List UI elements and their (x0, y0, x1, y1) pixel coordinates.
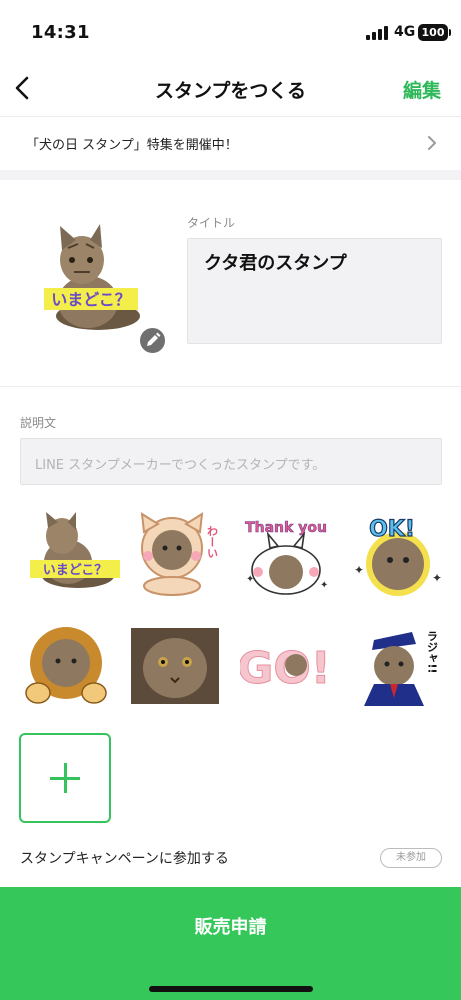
sticker-8[interactable]: ラジャ!! (352, 622, 444, 706)
section-divider (0, 386, 461, 387)
description-field[interactable]: LINE スタンプメーカーでつくったスタンプです。 (20, 438, 442, 485)
banner-text: 「犬の日 スタンプ」特集を開催中！ (26, 138, 238, 153)
edit-button[interactable]: 編集 (403, 76, 441, 103)
cat-sticker-image: いまどこ？ (44, 224, 140, 330)
sticker-caption: わーい (206, 525, 219, 558)
sticker-caption: GO! (240, 643, 331, 694)
sticker-3[interactable]: Thank you ✦ ✦ (240, 512, 332, 596)
svg-text:✦: ✦ (320, 580, 328, 591)
go-sticker-image: GO! (237, 643, 332, 695)
sticker-6[interactable] (131, 628, 223, 712)
chevron-right-icon (428, 136, 436, 150)
sticker-caption: ラジャ!! (426, 630, 439, 673)
sticker-2[interactable]: わーい (128, 512, 220, 596)
sticker-5[interactable] (20, 625, 112, 709)
add-sticker-button[interactable] (19, 733, 111, 823)
sticker-caption: OK! (369, 517, 415, 542)
sell-request-button[interactable]: 販売申請 (0, 887, 461, 1000)
home-indicator (149, 986, 313, 992)
sticker-caption: Thank you (245, 520, 327, 536)
cover-sticker-image[interactable]: いまどこ？ (38, 218, 148, 338)
campaign-label: スタンプキャンペーンに参加する (20, 851, 229, 867)
battery-icon: 100 (418, 24, 451, 41)
svg-text:✦: ✦ (432, 571, 442, 585)
title-value: クタ君のスタンプ (204, 253, 347, 274)
title-field[interactable]: クタ君のスタンプ (187, 238, 442, 344)
signal-icon (366, 26, 388, 40)
thank-you-sticker-image: Thank you ✦ ✦ (245, 520, 328, 595)
svg-text:✦: ✦ (354, 563, 364, 577)
status-bar: 14:31 4G 100 (0, 0, 461, 60)
pencil-icon (147, 332, 161, 346)
edit-cover-button[interactable] (138, 326, 167, 355)
conductor-cat-sticker-image: ラジャ!! (364, 630, 439, 706)
description-label: 説明文 (20, 416, 57, 430)
ok-sticker-image: OK! ✦ ✦ (354, 516, 442, 596)
nav-bar: スタンプをつくる 編集 (0, 60, 461, 116)
page-title: スタンプをつくる (154, 80, 307, 102)
cat-sticker-image: いまどこ？ (30, 512, 120, 588)
sticker-1[interactable]: いまどこ？ (28, 512, 120, 596)
cat-photo-sticker-image (131, 628, 219, 704)
svg-text:✦: ✦ (246, 574, 254, 585)
sell-request-label: 販売申請 (194, 917, 267, 938)
cat-in-hood-sticker-image: わーい (140, 512, 219, 596)
section-divider (0, 170, 461, 180)
sticker-4[interactable]: OK! ✦ ✦ (352, 512, 444, 596)
sticker-7[interactable]: GO! (237, 625, 332, 709)
title-label: タイトル (187, 216, 236, 230)
status-time: 14:31 (31, 22, 90, 43)
campaign-banner[interactable]: 「犬の日 スタンプ」特集を開催中！ (0, 116, 461, 170)
cover-caption: いまどこ？ (51, 290, 131, 309)
campaign-status-badge[interactable]: 未参加 (380, 848, 442, 868)
sticker-caption: いまどこ？ (43, 563, 108, 578)
network-type: 4G (394, 24, 416, 40)
lion-cat-sticker-image (25, 627, 107, 704)
